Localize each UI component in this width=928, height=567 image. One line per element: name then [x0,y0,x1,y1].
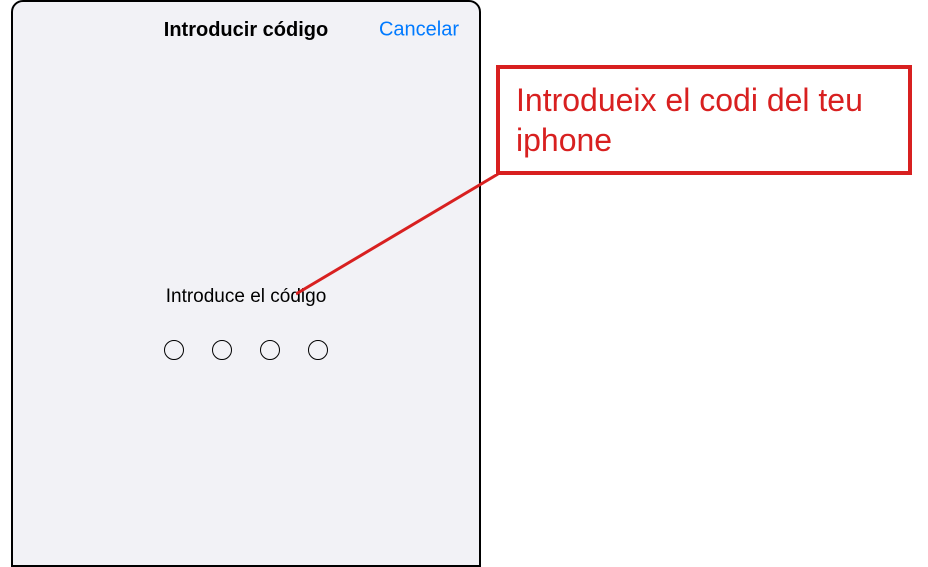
passcode-modal: Introducir código Cancelar Introduce el … [11,0,481,567]
passcode-dot [212,340,232,360]
annotation-text: Introdueix el codi del teu iphone [516,80,892,160]
passcode-dot [260,340,280,360]
passcode-input[interactable] [13,340,479,360]
modal-header: Introducir código Cancelar [13,2,479,58]
passcode-prompt: Introduce el código [13,286,479,308]
annotation-callout: Introdueix el codi del teu iphone [496,65,912,175]
modal-title: Introducir código [164,19,328,42]
passcode-dot [164,340,184,360]
cancel-button[interactable]: Cancelar [379,19,459,42]
passcode-dot [308,340,328,360]
passcode-section: Introduce el código [13,286,479,360]
